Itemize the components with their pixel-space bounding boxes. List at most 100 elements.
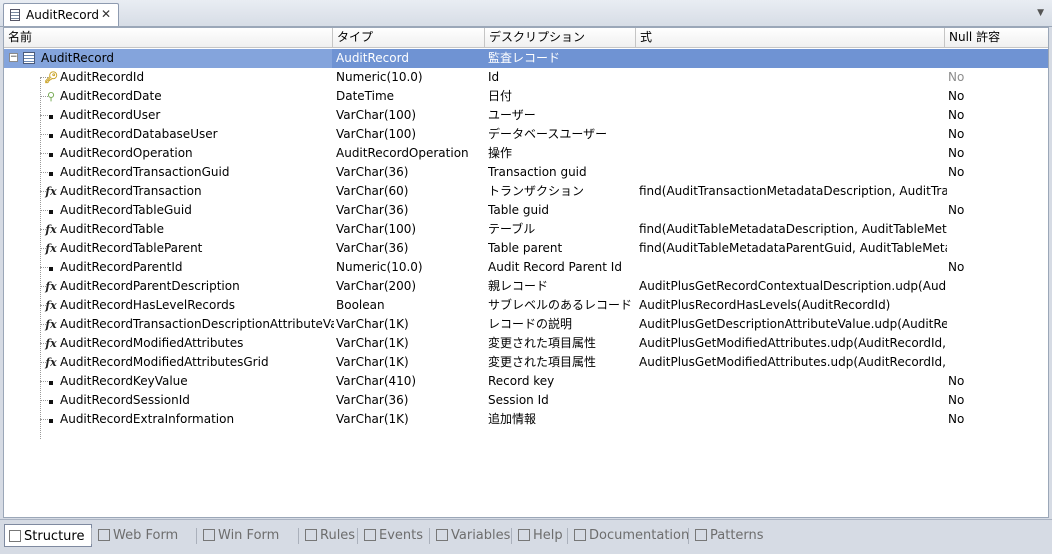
tab-label: Win Form [218,528,280,543]
attribute-row[interactable]: AuditRecordTransactionGuid VarChar(36) Tra… [4,163,1048,182]
attribute-description: 操作 [488,146,513,160]
attribute-row[interactable]: fx AuditRecordHasLevelRecords Boolean サブレベル… [4,296,1048,315]
attribute-row[interactable]: AuditRecordOperation AuditRecordOperation… [4,144,1048,163]
formula-icon: fx [45,337,57,350]
attribute-formula: find(AuditTableMetadataDescription, Audi… [639,222,947,236]
attribute-formula: find(AuditTransactionMetadataDescription… [639,184,947,198]
attribute-type: VarChar(200) [336,279,417,293]
attribute-type: Boolean [336,298,385,312]
attribute-formula [639,372,947,391]
help-icon: help-icon [518,529,530,541]
tab-win-form[interactable]: win-form-iconWin Form [199,524,297,547]
attribute-description: 変更された項目属性 [488,355,597,369]
document-tab-strip: AuditRecord ✕ ▼ [0,0,1052,27]
attribute-nullable [948,182,1044,201]
attribute-description: 親レコード [488,279,549,293]
attribute-type: Numeric(10.0) [336,260,423,274]
attribute-row[interactable]: fx AuditRecordTransaction VarChar(60) トランザク… [4,182,1048,201]
attribute-description: サブレベルのあるレコード [488,298,633,312]
collapse-icon[interactable]: − [9,53,18,62]
attribute-description: データベースユーザー [488,127,608,141]
tab-structure[interactable]: structure-iconStructure [4,524,92,547]
win-form-icon: win-form-icon [203,529,215,541]
web-form-icon: web-form-icon [98,529,110,541]
attribute-nullable: No [948,70,965,84]
attribute-nullable: No [948,393,965,407]
tab-events[interactable]: events-iconEvents [360,524,428,547]
attribute-row[interactable]: fx AuditRecordParentDescription VarChar(20… [4,277,1048,296]
attribute-row[interactable]: fx AuditRecordModifiedAttributes VarChar(1… [4,334,1048,353]
attribute-formula: AuditPlusGetDescriptionAttributeValue.ud… [639,317,947,331]
attribute-row[interactable]: 🔑︎ AuditRecordId Numeric(10.0) Id No [4,68,1048,87]
attribute-row[interactable]: fx AuditRecordTransactionDescriptionAttri… [4,315,1048,334]
attribute-name: AuditRecordUser [60,108,161,122]
tab-list-dropdown-icon[interactable]: ▼ [1037,8,1044,18]
tab-label: Documentation [589,528,690,543]
column-header-type[interactable]: タイプ [333,28,485,47]
attribute-type: VarChar(100) [336,127,417,141]
attribute-bullet-icon [44,391,58,410]
attribute-row[interactable]: AuditRecordParentId Numeric(10.0) Audit Re… [4,258,1048,277]
attribute-description: Table parent [488,241,563,255]
column-header-description[interactable]: デスクリプション [485,28,636,47]
attribute-row[interactable]: fx AuditRecordModifiedAttributesGrid VarCh… [4,353,1048,372]
formula-icon: fx [45,242,57,255]
key-icon: 🔑︎ [44,71,58,84]
attribute-row[interactable]: AuditRecordKeyValue VarChar(410) Record ke… [4,372,1048,391]
attribute-row[interactable]: AuditRecordExtraInformation VarChar(1K) 追加… [4,410,1048,429]
attribute-nullable [948,277,1044,296]
attribute-bullet-icon [44,144,58,163]
attribute-description: Transaction guid [488,165,587,179]
attribute-bullet-icon [44,201,58,220]
tab-help[interactable]: help-iconHelp [514,524,566,547]
attribute-nullable: No [948,412,965,426]
column-header-name[interactable]: 名前 [4,28,333,47]
attribute-row[interactable]: AuditRecordTableGuid VarChar(36) Table gui… [4,201,1048,220]
column-header-nullable[interactable]: Null 許容 [945,28,1048,47]
close-icon[interactable]: ✕ [101,7,111,21]
formula-icon: fx [45,223,57,236]
attribute-nullable: No [948,260,965,274]
root-row[interactable]: − AuditRecord AuditRecord 監査レコード [4,49,1048,68]
column-header-formula[interactable]: 式 [636,28,945,47]
tab-label: Help [533,528,563,543]
attribute-nullable: No [948,127,965,141]
attribute-name: AuditRecordKeyValue [60,374,188,388]
tab-label: Events [379,528,424,543]
attribute-formula [639,68,947,87]
attribute-type: AuditRecordOperation [336,146,469,160]
attribute-bullet-icon [44,372,58,391]
tab-web-form[interactable]: web-form-iconWeb Form [94,524,194,547]
attribute-description: Id [488,70,500,84]
tab-separator [688,528,689,544]
tab-variables[interactable]: variables-iconVariables [432,524,510,547]
root-type: AuditRecord [336,51,409,65]
formula-icon: fx [45,356,57,369]
attribute-formula: AuditPlusGetModifiedAttributes.udp(Audit… [639,336,947,350]
attribute-row[interactable]: fx AuditRecordTable VarChar(100) テーブル find(A… [4,220,1048,239]
document-tab-auditrecord[interactable]: AuditRecord ✕ [3,3,119,26]
attribute-row[interactable]: AuditRecordUser VarChar(100) ユーザー No [4,106,1048,125]
attribute-type: VarChar(100) [336,108,417,122]
attribute-nullable [948,296,1044,315]
attribute-nullable: No [948,108,965,122]
tab-separator [567,528,568,544]
attribute-row[interactable]: fx AuditRecordTableParent VarChar(36) Table… [4,239,1048,258]
attribute-formula [639,410,947,429]
attribute-row[interactable]: ⚲ AuditRecordDate DateTime 日付 No [4,87,1048,106]
documentation-icon: documentation-icon [574,529,586,541]
tab-separator [357,528,358,544]
tab-documentation[interactable]: documentation-iconDocumentation [570,524,690,547]
attribute-formula: AuditPlusGetModifiedAttributes.udp(Audit… [639,355,947,369]
structure-grid: 名前 タイプ デスクリプション 式 Null 許容 − AuditRecord … [3,27,1049,518]
tab-patterns[interactable]: patterns-iconPatterns [691,524,765,547]
tab-rules[interactable]: rules-iconRules [301,524,356,547]
grid-header: 名前 タイプ デスクリプション 式 Null 許容 [4,28,1048,48]
tab-label: Patterns [710,528,764,543]
attribute-row[interactable]: AuditRecordDatabaseUser VarChar(100) データベー… [4,125,1048,144]
attribute-name: AuditRecordSessionId [60,393,190,407]
attribute-nullable [948,239,1044,258]
attribute-row[interactable]: AuditRecordSessionId VarChar(36) Session I… [4,391,1048,410]
attribute-type: VarChar(36) [336,393,409,407]
attribute-bullet-icon [44,410,58,429]
